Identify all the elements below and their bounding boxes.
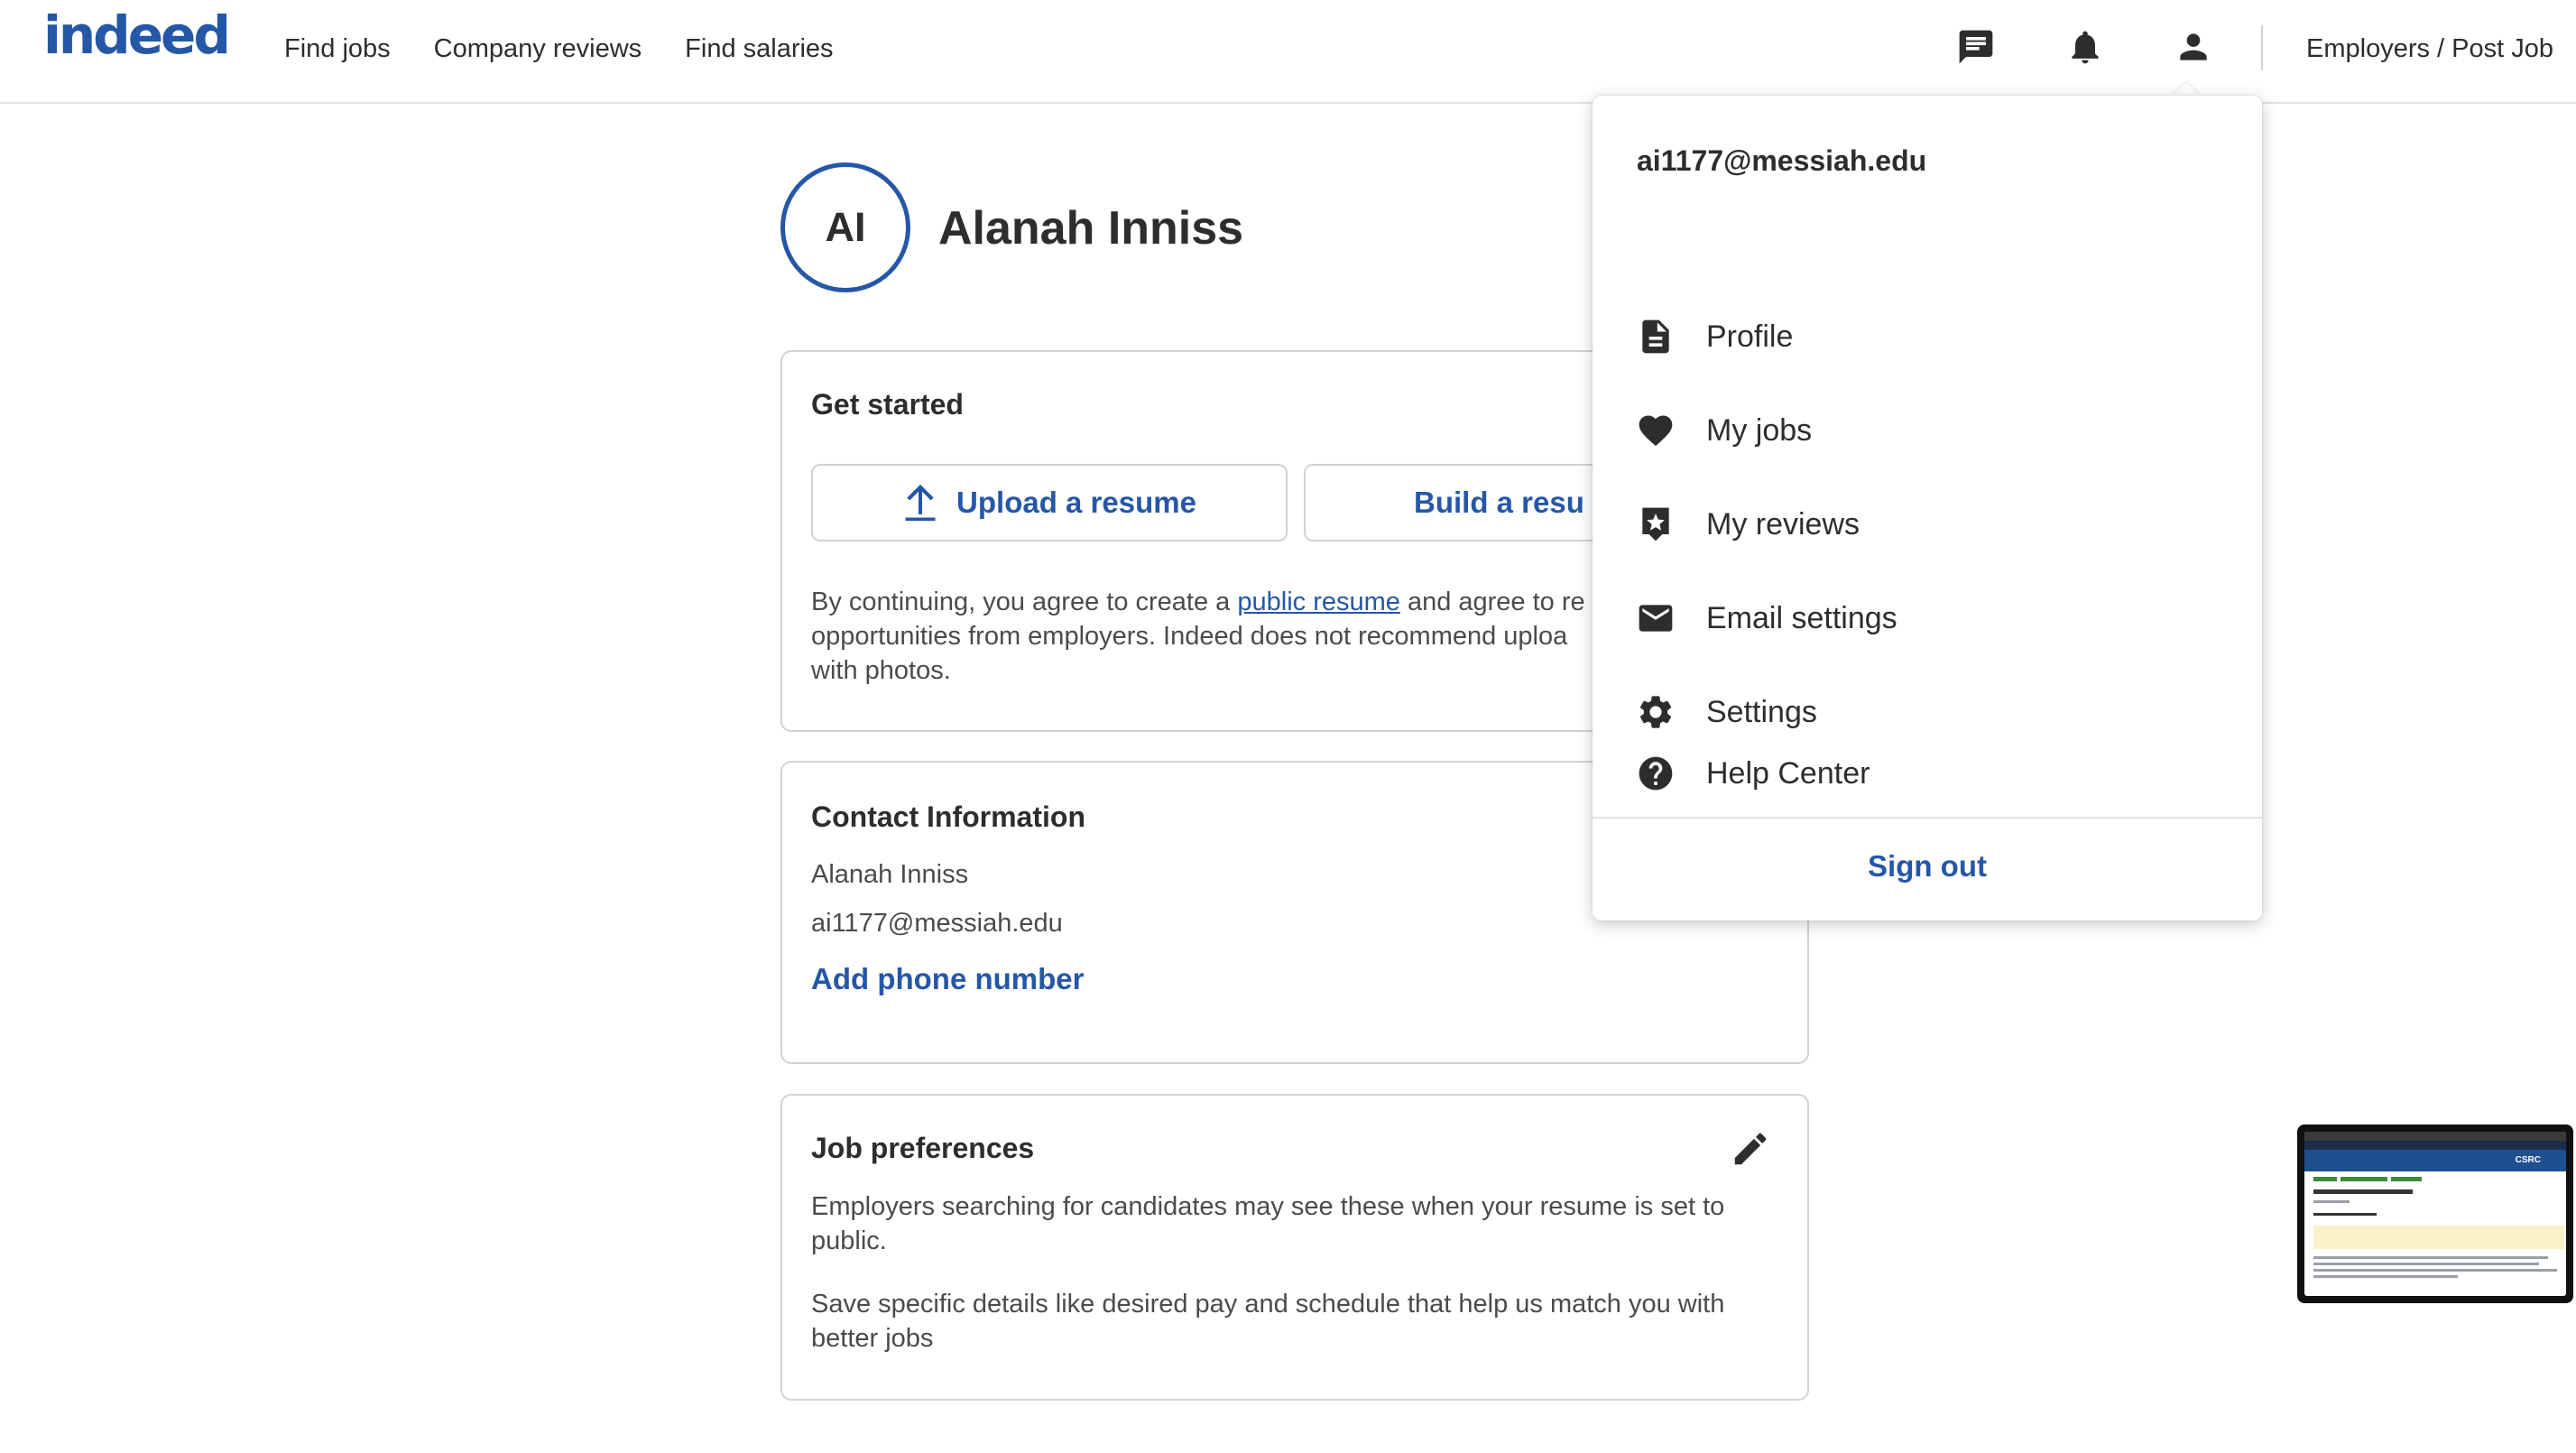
menu-account-email: ai1177@messiah.edu xyxy=(1637,144,1927,177)
thumbnail-banner-text: CSRC xyxy=(2515,1155,2541,1165)
edit-pencil-icon[interactable] xyxy=(1730,1128,1771,1170)
main-nav: Find jobs Company reviews Find salaries xyxy=(284,31,834,67)
notifications-bell-icon[interactable] xyxy=(2062,23,2109,70)
heart-icon xyxy=(1634,409,1677,452)
avatar: AI xyxy=(780,162,910,292)
help-circle-icon xyxy=(1634,752,1677,795)
nav-find-salaries[interactable]: Find salaries xyxy=(685,31,833,67)
menu-item-email-settings[interactable]: Email settings xyxy=(1634,588,2221,649)
consent-prefix: By continuing, you agree to create a xyxy=(811,588,1238,616)
menu-item-profile[interactable]: Profile xyxy=(1634,306,2221,367)
build-resume-label: Build a resu xyxy=(1414,486,1584,519)
contact-email: ai1177@messiah.edu xyxy=(811,909,1063,938)
menu-divider xyxy=(1593,817,2262,819)
gear-icon xyxy=(1634,690,1677,734)
upload-resume-label: Upload a resume xyxy=(956,486,1196,519)
preferences-text-1: Employers searching for candidates may s… xyxy=(811,1192,1725,1255)
consent-suffix: and agree to re xyxy=(1399,588,1585,616)
thumbnail-line xyxy=(2313,1269,2557,1272)
envelope-icon xyxy=(1634,597,1677,640)
thumbnail-heading xyxy=(2313,1189,2413,1194)
upload-arrow-icon xyxy=(905,484,936,522)
thumbnail-banner: CSRC xyxy=(2304,1150,2566,1171)
thumbnail-toolbar xyxy=(2304,1132,2566,1141)
indeed-logo[interactable]: indeed xyxy=(43,7,231,63)
menu-item-label: My jobs xyxy=(1706,413,1813,448)
messages-icon[interactable] xyxy=(1953,23,1999,70)
add-phone-number-link[interactable]: Add phone number xyxy=(811,959,1084,999)
star-badge-icon xyxy=(1634,503,1677,546)
menu-item-my-reviews[interactable]: My reviews xyxy=(1634,494,2221,555)
thumbnail-line xyxy=(2313,1200,2350,1203)
menu-item-my-jobs[interactable]: My jobs xyxy=(1634,400,2221,461)
thumbnail-tag xyxy=(2391,1177,2422,1181)
menu-item-label: My reviews xyxy=(1706,507,1860,541)
job-preferences-card: Job preferences Employers searching for … xyxy=(780,1094,1809,1401)
menu-item-settings[interactable]: Settings xyxy=(1634,681,2221,743)
account-dropdown-menu: ai1177@messiah.edu Profile My jobs My re… xyxy=(1593,96,2262,921)
menu-item-label: Help Center xyxy=(1706,756,1870,791)
thumbnail-line xyxy=(2313,1275,2458,1278)
contact-title: Contact Information xyxy=(811,801,1085,833)
sign-out-button[interactable]: Sign out xyxy=(1593,847,2262,886)
nav-company-reviews[interactable]: Company reviews xyxy=(434,31,642,67)
menu-item-label: Email settings xyxy=(1706,601,1897,635)
document-icon xyxy=(1634,315,1677,358)
job-preferences-title: Job preferences xyxy=(811,1132,1035,1164)
menu-item-label: Settings xyxy=(1706,695,1817,729)
thumbnail-nav xyxy=(2304,1141,2566,1150)
menu-item-label: Profile xyxy=(1706,319,1794,354)
preferences-text-2: Save specific details like desired pay a… xyxy=(811,1290,1725,1353)
window-preview-thumbnail[interactable]: CSRC xyxy=(2297,1124,2573,1303)
thumbnail-page: CSRC xyxy=(2304,1132,2566,1296)
thumbnail-line xyxy=(2313,1256,2548,1259)
public-resume-link[interactable]: public resume xyxy=(1237,588,1400,616)
account-person-icon[interactable] xyxy=(2170,23,2217,70)
thumbnail-line xyxy=(2313,1263,2539,1265)
get-started-title: Get started xyxy=(811,388,964,421)
employers-post-job-link[interactable]: Employers / Post Job xyxy=(2306,31,2553,67)
header-divider xyxy=(2261,25,2263,70)
nav-find-jobs[interactable]: Find jobs xyxy=(284,31,391,67)
thumbnail-notice-box xyxy=(2313,1226,2564,1249)
profile-name: Alanah Inniss xyxy=(938,202,1244,255)
upload-resume-button[interactable]: Upload a resume xyxy=(811,464,1288,541)
menu-item-help-center[interactable]: Help Center xyxy=(1634,743,2221,804)
thumbnail-tag xyxy=(2341,1177,2387,1181)
thumbnail-tag xyxy=(2313,1177,2337,1181)
contact-name: Alanah Inniss xyxy=(811,860,969,889)
thumbnail-line xyxy=(2313,1213,2377,1216)
